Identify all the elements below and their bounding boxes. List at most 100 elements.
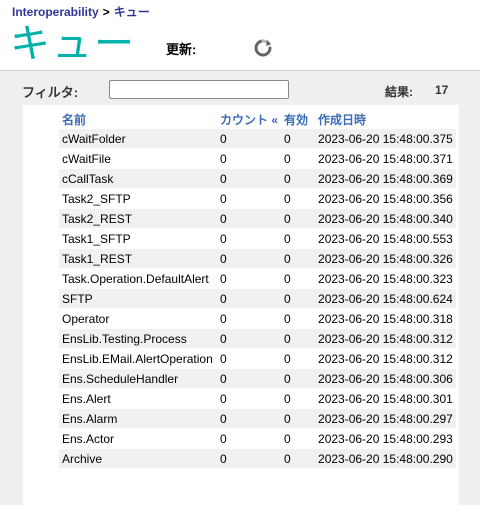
queue-name-cell: cCallTask (59, 169, 217, 188)
queue-name-cell: Ens.Actor (59, 429, 217, 448)
queue-count-cell: 0 (217, 409, 282, 428)
refresh-label: 更新: (166, 42, 197, 57)
queue-panel: フィルタ: 結果: 17 名前 カウント « 有効 作成日時 cWaitFold… (0, 70, 480, 514)
queue-count-cell: 0 (217, 189, 282, 208)
column-header-created[interactable]: 作成日時 (315, 110, 456, 128)
queue-count-cell: 0 (217, 289, 282, 308)
filter-label: フィルタ: (22, 85, 79, 100)
table-row[interactable]: cWaitFolder 0 0 2023-06-20 15:48:00.375 (59, 129, 456, 148)
queue-created-cell: 2023-06-20 15:48:00.318 (315, 309, 456, 328)
refresh-icon (254, 39, 272, 57)
table-row[interactable]: Task1_REST 0 0 2023-06-20 15:48:00.326 (59, 249, 456, 268)
queue-active-cell: 0 (281, 229, 316, 248)
queue-name-cell: Task2_REST (59, 209, 217, 228)
queue-created-cell: 2023-06-20 15:48:00.340 (315, 209, 456, 228)
queue-created-cell: 2023-06-20 15:48:00.301 (315, 389, 456, 408)
table-row[interactable]: SFTP 0 0 2023-06-20 15:48:00.624 (59, 289, 456, 308)
column-header-active[interactable]: 有効 (281, 110, 315, 128)
queue-count-cell: 0 (217, 309, 282, 328)
queue-created-cell: 2023-06-20 15:48:00.553 (315, 229, 456, 248)
queue-count-cell: 0 (217, 429, 282, 448)
table-row[interactable]: Task2_REST 0 0 2023-06-20 15:48:00.340 (59, 209, 456, 228)
queue-created-cell: 2023-06-20 15:48:00.306 (315, 369, 456, 388)
queue-active-cell: 0 (281, 269, 316, 288)
queue-created-cell: 2023-06-20 15:48:00.323 (315, 269, 456, 288)
queue-name-cell: Operator (59, 309, 217, 328)
table-row[interactable]: EnsLib.EMail.AlertOperation 0 0 2023-06-20 … (59, 349, 456, 368)
breadcrumb-interoperability-link[interactable]: Interoperability (12, 5, 99, 19)
queue-name-cell: SFTP (59, 289, 217, 308)
results-count: 17 (435, 83, 449, 97)
table-row[interactable]: cCallTask 0 0 2023-06-20 15:48:00.369 (59, 169, 456, 188)
queue-count-cell: 0 (217, 449, 282, 468)
table-row[interactable]: Ens.Alert 0 0 2023-06-20 15:48:00.301 (59, 389, 456, 408)
queue-count-cell: 0 (217, 169, 282, 188)
queue-active-cell: 0 (281, 389, 316, 408)
refresh-button[interactable] (253, 38, 273, 58)
table-row[interactable]: Ens.ScheduleHandler 0 0 2023-06-20 15:48:00… (59, 369, 456, 388)
queue-active-cell: 0 (281, 249, 316, 268)
queue-active-cell: 0 (281, 289, 316, 308)
queue-created-cell: 2023-06-20 15:48:00.293 (315, 429, 456, 448)
queue-active-cell: 0 (281, 429, 316, 448)
queue-name-cell: Task2_SFTP (59, 189, 217, 208)
queue-table-container: 名前 カウント « 有効 作成日時 cWaitFolder 0 0 2023-06-2… (23, 105, 459, 514)
breadcrumb-current: キュー (113, 5, 150, 19)
filter-input[interactable] (109, 80, 289, 99)
table-row[interactable]: Ens.Actor 0 0 2023-06-20 15:48:00.293 (59, 429, 456, 448)
queue-name-cell: Task1_SFTP (59, 229, 217, 248)
queue-created-cell: 2023-06-20 15:48:00.312 (315, 349, 456, 368)
queue-count-cell: 0 (217, 369, 282, 388)
queue-name-cell: Task1_REST (59, 249, 217, 268)
table-row[interactable]: EnsLib.Testing.Process 0 0 2023-06-20 15:48… (59, 329, 456, 348)
queue-created-cell: 2023-06-20 15:48:00.297 (315, 409, 456, 428)
queue-name-cell: Ens.ScheduleHandler (59, 369, 217, 388)
table-row[interactable]: Task2_SFTP 0 0 2023-06-20 15:48:00.356 (59, 189, 456, 208)
queue-created-cell: 2023-06-20 15:48:00.369 (315, 169, 456, 188)
results-label: 結果: (385, 85, 413, 99)
queue-count-cell: 0 (217, 249, 282, 268)
queue-active-cell: 0 (281, 129, 316, 148)
column-header-count[interactable]: カウント « (217, 110, 281, 128)
column-header-name[interactable]: 名前 (59, 110, 217, 128)
queue-count-cell: 0 (217, 329, 282, 348)
queue-created-cell: 2023-06-20 15:48:00.375 (315, 129, 456, 148)
queue-active-cell: 0 (281, 369, 316, 388)
breadcrumb: Interoperability > キュー (12, 3, 150, 20)
queue-active-cell: 0 (281, 169, 316, 188)
breadcrumb-separator: > (102, 5, 110, 19)
queue-count-cell: 0 (217, 209, 282, 228)
queue-table: 名前 カウント « 有効 作成日時 cWaitFolder 0 0 2023-06-2… (59, 109, 456, 469)
queue-count-cell: 0 (217, 349, 282, 368)
queue-count-cell: 0 (217, 389, 282, 408)
queue-created-cell: 2023-06-20 15:48:00.371 (315, 149, 456, 168)
queue-active-cell: 0 (281, 209, 316, 228)
table-row[interactable]: Operator 0 0 2023-06-20 15:48:00.318 (59, 309, 456, 328)
table-row[interactable]: Archive 0 0 2023-06-20 15:48:00.290 (59, 449, 456, 468)
queue-active-cell: 0 (281, 309, 316, 328)
queue-active-cell: 0 (281, 409, 316, 428)
queue-name-cell: Ens.Alarm (59, 409, 217, 428)
table-row[interactable]: Task.Operation.DefaultAlert 0 0 2023-06-20 … (59, 269, 456, 288)
table-row[interactable]: Ens.Alarm 0 0 2023-06-20 15:48:00.297 (59, 409, 456, 428)
table-body: cWaitFolder 0 0 2023-06-20 15:48:00.375 cWai… (59, 129, 456, 468)
queue-count-cell: 0 (217, 129, 282, 148)
queue-active-cell: 0 (281, 189, 316, 208)
queue-count-cell: 0 (217, 229, 282, 248)
queue-name-cell: Archive (59, 449, 217, 468)
queue-active-cell: 0 (281, 349, 316, 368)
queue-created-cell: 2023-06-20 15:48:00.326 (315, 249, 456, 268)
queue-active-cell: 0 (281, 149, 316, 168)
page-title: キュー (10, 22, 136, 66)
queue-created-cell: 2023-06-20 15:48:00.312 (315, 329, 456, 348)
queue-created-cell: 2023-06-20 15:48:00.356 (315, 189, 456, 208)
queue-name-cell: EnsLib.Testing.Process (59, 329, 217, 348)
table-row[interactable]: cWaitFile 0 0 2023-06-20 15:48:00.371 (59, 149, 456, 168)
table-row[interactable]: Task1_SFTP 0 0 2023-06-20 15:48:00.553 (59, 229, 456, 248)
queue-active-cell: 0 (281, 449, 316, 468)
queue-count-cell: 0 (217, 149, 282, 168)
queue-count-cell: 0 (217, 269, 282, 288)
queue-name-cell: Task.Operation.DefaultAlert (59, 269, 217, 288)
queue-name-cell: EnsLib.EMail.AlertOperation (59, 349, 217, 368)
queue-created-cell: 2023-06-20 15:48:00.290 (315, 449, 456, 468)
